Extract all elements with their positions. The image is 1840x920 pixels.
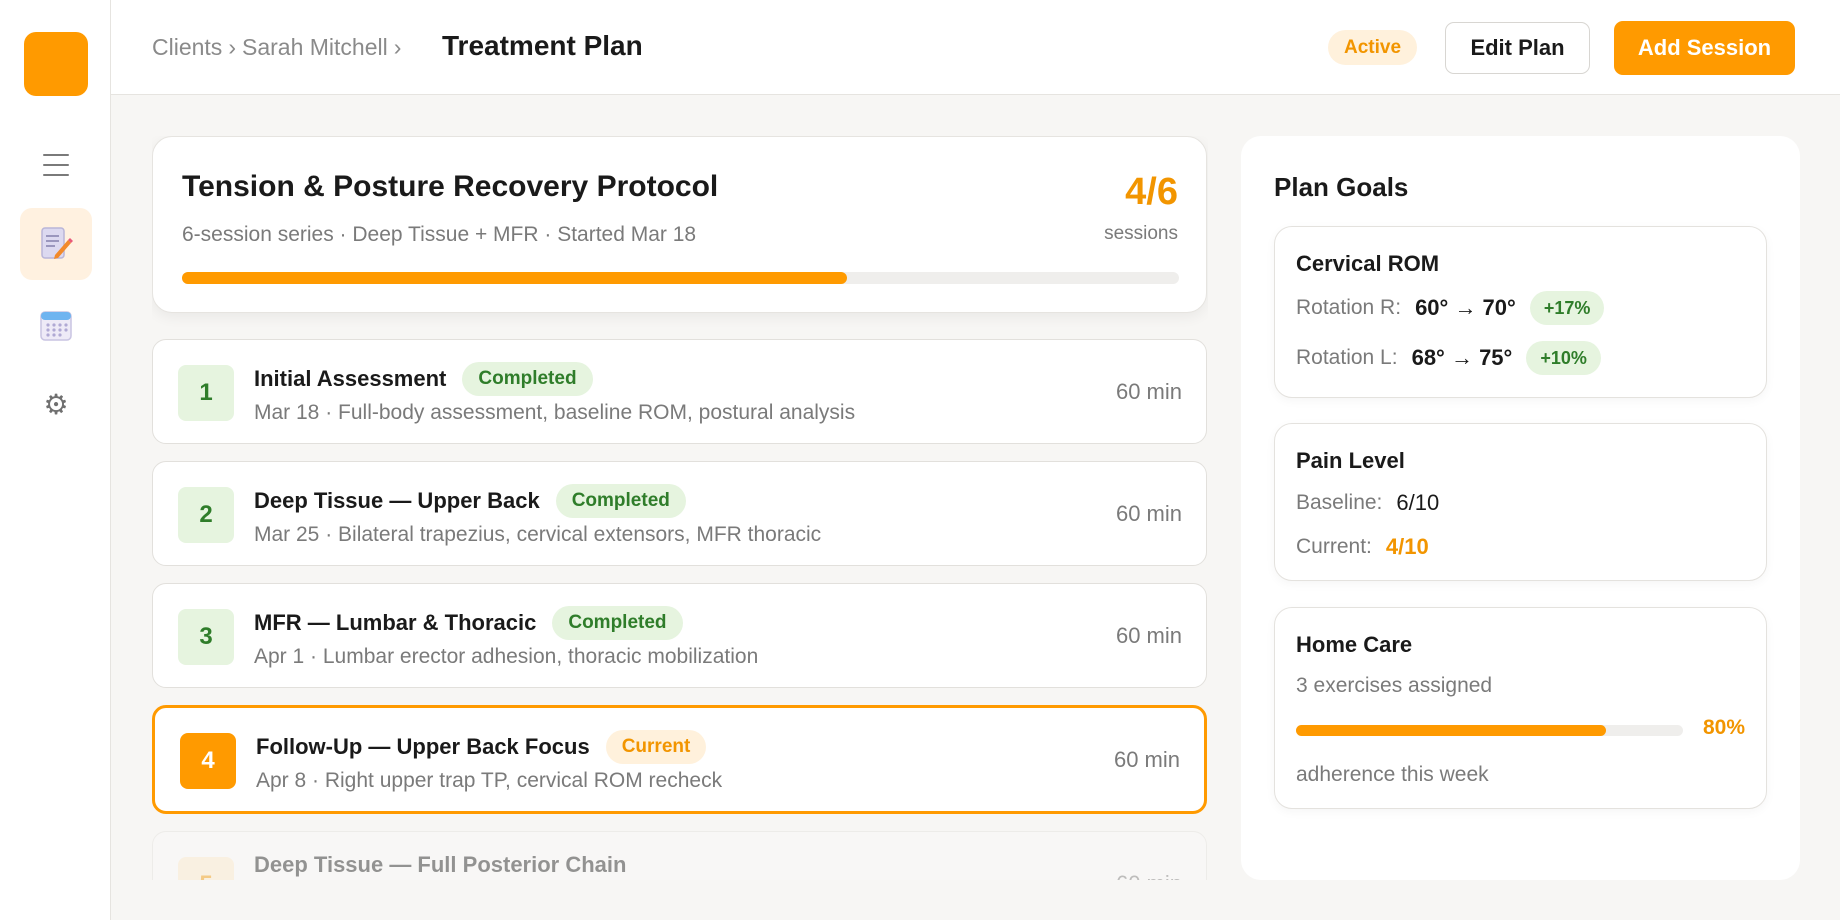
change-badge: +10% xyxy=(1526,341,1601,375)
session-row-1[interactable]: 1 Initial Assessment Completed Mar 18 · … xyxy=(152,339,1207,444)
adherence-progress-fill xyxy=(1296,725,1606,736)
breadcrumb-client[interactable]: Sarah Mitchell xyxy=(242,34,388,60)
home-care-title: Home Care xyxy=(1296,632,1413,657)
breadcrumb: Clients › Sarah Mitchell › xyxy=(152,34,407,61)
session-duration: 60 min xyxy=(1115,623,1182,648)
protocol-title: Tension & Posture Recovery Protocol xyxy=(182,170,719,203)
session-detail: Mar 25 · Bilateral trapezius, cervical e… xyxy=(254,523,822,546)
session-duration: 60 min xyxy=(1115,501,1182,526)
sessions-column: Tension & Posture Recovery Protocol 6-se… xyxy=(152,136,1208,880)
metric-label: Rotation L: xyxy=(1296,346,1398,369)
rotation-right-row: Rotation R: 60° → 70° +17% xyxy=(1296,291,1605,325)
session-row-4[interactable]: 4 Follow-Up — Upper Back Focus Current A… xyxy=(152,705,1207,814)
metric-label: Baseline: xyxy=(1296,491,1383,514)
session-title: Follow-Up — Upper Back Focus xyxy=(256,734,590,759)
protocol-card: Tension & Posture Recovery Protocol 6-se… xyxy=(152,136,1207,313)
session-number: 3 xyxy=(178,609,234,665)
metric-value: 60° → 70° xyxy=(1415,295,1516,320)
page-title: Treatment Plan xyxy=(442,30,643,61)
breadcrumb-separator: › xyxy=(393,34,402,60)
pain-current-row: Current: 4/10 xyxy=(1296,534,1429,560)
session-duration: 60 min xyxy=(1116,871,1182,880)
session-status-badge: Completed xyxy=(555,484,686,518)
adherence-progress-bar xyxy=(1296,725,1683,736)
breadcrumb-separator: › xyxy=(228,34,236,60)
session-status-badge: Current xyxy=(605,730,707,764)
plan-goals-title: Plan Goals xyxy=(1274,172,1409,202)
pain-level-card: Pain Level Baseline: 6/10 Current: 4/10 xyxy=(1274,423,1767,581)
session-row-2[interactable]: 2 Deep Tissue — Upper Back Completed Mar… xyxy=(152,461,1207,566)
session-title: MFR — Lumbar & Thoracic xyxy=(254,610,537,635)
session-detail: Apr 1 · Lumbar erector adhesion, thoraci… xyxy=(254,645,759,668)
adherence-percent: 80% xyxy=(1702,716,1745,739)
settings-icon: ⚙ xyxy=(43,388,69,421)
protocol-progress-bar xyxy=(182,272,1179,284)
calendar-icon xyxy=(40,311,72,341)
session-detail: Mar 18 · Full-body assessment, baseline … xyxy=(254,401,856,424)
change-badge: +17% xyxy=(1529,291,1605,325)
progress-count: 4/6 xyxy=(1125,171,1178,213)
menu-button[interactable] xyxy=(20,129,92,201)
session-number: 4 xyxy=(180,733,236,789)
metric-label: Current: xyxy=(1296,535,1372,558)
metric-label: Rotation R: xyxy=(1296,296,1402,319)
home-care-subtitle: 3 exercises assigned xyxy=(1296,674,1493,697)
session-row-3[interactable]: 3 MFR — Lumbar & Thoracic Completed Apr … xyxy=(152,583,1207,688)
breadcrumb-clients[interactable]: Clients xyxy=(152,34,222,60)
nav-settings[interactable]: ⚙ xyxy=(20,369,92,441)
nav-treatment-plans[interactable] xyxy=(20,208,92,280)
rotation-left-row: Rotation L: 68° → 75° +10% xyxy=(1296,341,1601,375)
session-status-badge: Completed xyxy=(552,606,683,640)
status-badge: Active xyxy=(1328,30,1418,65)
session-number: 5 xyxy=(178,857,234,880)
edit-plan-button[interactable]: Edit Plan xyxy=(1445,22,1590,74)
session-title: Deep Tissue — Full Posterior Chain xyxy=(254,852,627,877)
notes-icon xyxy=(41,227,73,259)
session-duration: 60 min xyxy=(1115,379,1182,404)
plan-goals-panel: Plan Goals Cervical ROM Rotation R: 60° … xyxy=(1241,136,1800,880)
session-title: Initial Assessment xyxy=(254,366,447,391)
pain-baseline-row: Baseline: 6/10 xyxy=(1296,490,1439,516)
metric-value: 6/10 xyxy=(1396,490,1440,515)
protocol-progress-fill xyxy=(182,272,847,284)
cervical-rom-title: Cervical ROM xyxy=(1296,251,1440,276)
sidebar: ⚙ xyxy=(0,0,111,920)
session-row-5[interactable]: 5 Deep Tissue — Full Posterior Chain 60 … xyxy=(152,831,1207,880)
session-title: Deep Tissue — Upper Back xyxy=(254,488,540,513)
session-status-badge: Completed xyxy=(462,362,593,396)
session-duration: 60 min xyxy=(1113,747,1180,772)
cervical-rom-card: Cervical ROM Rotation R: 60° → 70° +17% … xyxy=(1274,226,1767,398)
metric-value: 68° → 75° xyxy=(1411,345,1513,370)
menu-icon xyxy=(43,154,69,176)
app-logo[interactable] xyxy=(24,32,88,96)
protocol-subtitle: 6-session series · Deep Tissue + MFR · S… xyxy=(182,223,697,246)
pain-level-title: Pain Level xyxy=(1296,448,1405,473)
progress-unit: sessions xyxy=(1104,223,1178,244)
session-number: 2 xyxy=(178,487,234,543)
metric-value: 4/10 xyxy=(1385,534,1429,559)
home-care-card: Home Care 3 exercises assigned 80% adher… xyxy=(1274,607,1767,809)
session-detail: Apr 8 · Right upper trap TP, cervical RO… xyxy=(256,769,723,792)
top-bar: Clients › Sarah Mitchell › Treatment Plan A… xyxy=(111,0,1840,95)
session-number: 1 xyxy=(178,365,234,421)
nav-calendar[interactable] xyxy=(20,289,92,361)
add-session-button[interactable]: Add Session xyxy=(1614,21,1795,75)
adherence-caption: adherence this week xyxy=(1296,763,1489,786)
